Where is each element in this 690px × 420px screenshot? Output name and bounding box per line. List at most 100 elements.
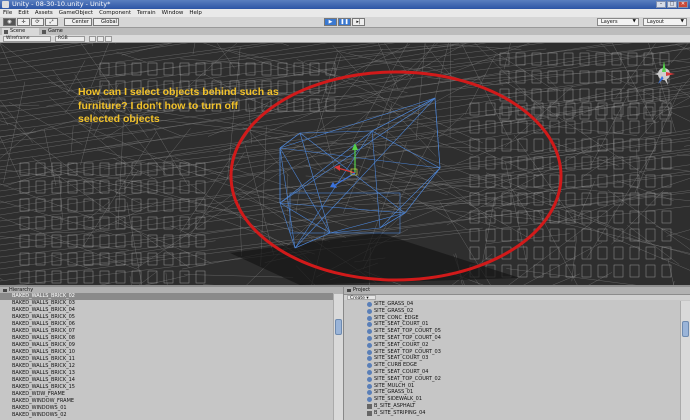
list-item-label: SITE_CURB EDGE xyxy=(374,362,418,369)
list-item[interactable]: BAKED_WALLS_BRICK_10 xyxy=(0,349,333,356)
list-item[interactable]: BAKED_WALLS_BRICK_08 xyxy=(0,335,333,342)
list-item[interactable]: BAKED_WALLS_BRICK_06 xyxy=(0,321,333,328)
menu-window[interactable]: Window xyxy=(159,9,187,17)
list-item[interactable]: BAKED_WALLS_BRICK_14 xyxy=(0,377,333,384)
list-item[interactable]: BAKED_WALLS_BRICK_07 xyxy=(0,328,333,335)
list-item[interactable]: BAKED_WINDOWS_02 xyxy=(0,412,333,419)
step-icon: ▸| xyxy=(356,19,361,25)
list-item[interactable]: SITE_SEAT_COURT_04 xyxy=(344,369,680,376)
list-item[interactable]: SITE_MULCH_01 xyxy=(344,383,680,390)
scene-viewport[interactable]: How can I select objects behind such as … xyxy=(0,43,690,285)
layers-label: Layers xyxy=(601,19,618,25)
list-item[interactable]: BAKED_WALLS_BRICK_09 xyxy=(0,342,333,349)
list-item[interactable]: SITE_SEAT_COURT_03 xyxy=(344,355,680,362)
list-item[interactable]: BAKED_WALLS_BRICK_03 xyxy=(0,300,333,307)
list-item[interactable]: B_SITE_ASPHALT xyxy=(344,403,680,410)
close-button[interactable]: ✕ xyxy=(678,1,688,8)
list-item[interactable]: SITE_GRASS_01 xyxy=(344,389,680,396)
material-icon xyxy=(367,315,372,321)
maximize-button[interactable]: □ xyxy=(667,1,677,8)
list-item[interactable]: B_SITE_STRIPING_04 xyxy=(344,410,680,417)
render-mode-dropdown[interactable]: Wireframe xyxy=(3,35,51,42)
list-item[interactable]: SITE_SEAT_TOP_COURT_04 xyxy=(344,335,680,342)
annotation-line-1: How can I select objects behind such as xyxy=(78,86,279,98)
menu-gameobject[interactable]: GameObject xyxy=(56,9,96,17)
hierarchy-list: BAKED_WALLS_BRICK_02 BAKED_WALLS_BRICK_0… xyxy=(0,293,333,419)
scene-audio-toggle[interactable] xyxy=(105,35,112,42)
hierarchy-scrollbar[interactable] xyxy=(333,294,343,420)
question-annotation: How can I select objects behind such as … xyxy=(78,86,308,127)
list-item-label: SITE_SEAT_COURT_04 xyxy=(374,368,429,375)
annotation-line-2: furniture? I don't how to turn off xyxy=(78,99,238,112)
list-item[interactable]: SITE_SEAT_TOP_COURT_05 xyxy=(344,328,680,335)
pivot-toggle-button[interactable]: Center xyxy=(64,18,92,26)
hierarchy-icon xyxy=(3,289,7,292)
list-item[interactable]: SITE_GRASS_04 xyxy=(344,301,680,308)
rotate-tool-button[interactable]: ⟳ xyxy=(31,18,44,26)
hand-tool-button[interactable]: ◉ xyxy=(3,18,16,26)
scene-lighting-toggle[interactable] xyxy=(89,35,96,42)
menu-terrain[interactable]: Terrain xyxy=(134,9,159,17)
project-list: SITE_GRASS_04 SITE_GRASS_02 SITE_CONC_ED… xyxy=(344,301,680,417)
scale-tool-button[interactable]: ⤢ xyxy=(45,18,58,26)
menu-component[interactable]: Component xyxy=(96,9,134,17)
scene-orientation-gizmo-icon[interactable] xyxy=(654,61,675,85)
menu-file[interactable]: File xyxy=(0,9,15,17)
list-item[interactable]: BAKED_WALLS_BRICK_12 xyxy=(0,363,333,370)
list-item-label: SITE_SEAT_COURT_03 xyxy=(374,355,429,362)
step-button[interactable]: ▸| xyxy=(352,18,365,26)
create-dropdown[interactable]: Create ▾ xyxy=(347,295,376,301)
window-title: Unity - 08-30-10.unity - Unity* xyxy=(12,0,111,8)
menu-edit[interactable]: Edit xyxy=(15,9,32,17)
list-item[interactable]: BAKED_WALLS_BRICK_15 xyxy=(0,384,333,391)
chevron-down-icon: ▼ xyxy=(680,19,684,24)
project-icon xyxy=(347,289,351,292)
window-title-bar: Unity - 08-30-10.unity - Unity* – □ ✕ xyxy=(0,0,690,9)
layout-dropdown[interactable]: Layout ▼ xyxy=(643,18,687,26)
list-item[interactable]: BAKED_WALLS_BRICK_13 xyxy=(0,370,333,377)
move-tool-button[interactable]: ✛ xyxy=(17,18,30,26)
project-scroll-thumb[interactable] xyxy=(682,321,689,337)
wireframe-scene[interactable] xyxy=(0,43,690,285)
color-mode-dropdown[interactable]: RGB xyxy=(55,35,85,42)
pause-button[interactable]: ❚❚ xyxy=(338,18,351,26)
list-item[interactable]: SITE_SIDEWALK_01 xyxy=(344,396,680,403)
list-item[interactable]: BAKED_WALLS_BRICK_04 xyxy=(0,307,333,314)
list-item[interactable]: SITE_CONC_EDGE xyxy=(344,315,680,322)
list-item-label: SITE_SEAT_TOP_COURT_02 xyxy=(374,375,441,382)
move-gizmo[interactable] xyxy=(330,143,358,188)
list-item[interactable]: SITE_SEAT_COURT_02 xyxy=(344,342,680,349)
minimize-button[interactable]: – xyxy=(656,1,666,8)
list-item[interactable]: SITE_SEAT_TOP_COURT_02 xyxy=(344,376,680,383)
hierarchy-scroll-thumb[interactable] xyxy=(335,319,342,335)
space-toggle-button[interactable]: Global xyxy=(93,18,119,26)
list-item-label: SITE_SIDEWALK_01 xyxy=(374,396,423,403)
list-item[interactable]: BAKED_WINDOWS_01 xyxy=(0,405,333,412)
list-item[interactable]: BAKED_WALLS_BRICK_11 xyxy=(0,356,333,363)
menu-assets[interactable]: Assets xyxy=(32,9,56,17)
list-item[interactable]: BAKED_WDW_FRAME xyxy=(0,391,333,398)
tab-scene[interactable]: Scene xyxy=(2,28,39,35)
list-item[interactable]: SITE_SEAT_COURT_01 xyxy=(344,321,680,328)
list-item[interactable]: SITE_SEAT_TOP_COURT_03 xyxy=(344,349,680,356)
project-scrollbar[interactable] xyxy=(680,301,690,420)
tab-game[interactable]: Game xyxy=(40,28,77,35)
layout-label: Layout xyxy=(647,19,664,25)
list-item[interactable]: BAKED_WINDOW_FRAME xyxy=(0,398,333,405)
material-icon xyxy=(367,397,372,403)
material-icon xyxy=(367,349,372,355)
project-tab[interactable]: Project xyxy=(344,287,690,295)
unity-logo-icon xyxy=(2,1,9,8)
list-item[interactable]: SITE_CURB EDGE xyxy=(344,362,680,369)
scene-fx-toggle[interactable] xyxy=(97,35,104,42)
list-item[interactable]: BAKED_WALLS_BRICK_05 xyxy=(0,314,333,321)
menu-help[interactable]: Help xyxy=(186,9,205,17)
chevron-down-icon: ▼ xyxy=(632,19,636,24)
scale-icon: ⤢ xyxy=(49,19,54,25)
list-item[interactable]: SITE_GRASS_02 xyxy=(344,308,680,315)
list-item[interactable]: BAKED_WALLS_BRICK_02 xyxy=(0,293,333,300)
play-button[interactable]: ▶ xyxy=(324,18,337,26)
material-icon xyxy=(367,363,372,369)
layers-dropdown[interactable]: Layers ▼ xyxy=(597,18,639,26)
list-item-label: B_SITE_STRIPING_04 xyxy=(374,409,426,416)
